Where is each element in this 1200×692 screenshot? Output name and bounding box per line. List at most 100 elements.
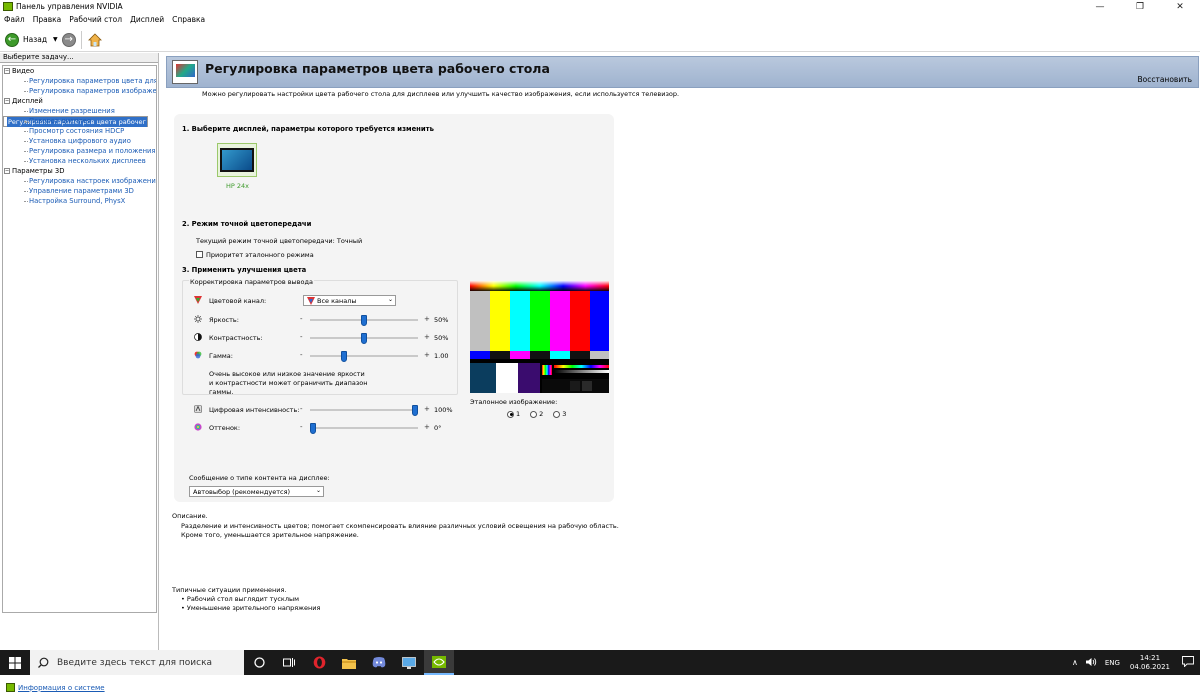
tray-overflow-icon[interactable]: ∧ (1072, 658, 1078, 667)
gamma-track[interactable] (310, 355, 418, 357)
language-indicator[interactable]: ENG (1105, 659, 1120, 667)
file-explorer-button[interactable] (334, 650, 364, 675)
vibrance-value: 100% (434, 406, 453, 414)
menu-help[interactable]: Справка (172, 15, 205, 24)
notifications-button[interactable] (1182, 656, 1194, 669)
menu-desktop[interactable]: Рабочий стол (69, 15, 122, 24)
forward-button[interactable]: → (61, 32, 76, 47)
tree-category-3d[interactable]: − Параметры 3D (3, 166, 156, 176)
tree-item[interactable]: Регулировка параметров цвета для вид (3, 76, 156, 86)
hue-minus: - (300, 423, 303, 431)
opera-button[interactable] (304, 650, 334, 675)
tree-item[interactable]: Регулировка размера и положения рабо (3, 146, 156, 156)
system-info-link[interactable]: Информация о системе (6, 683, 105, 692)
description-text: Разделение и интенсивность цветов; помог… (181, 522, 619, 530)
chevron-down-icon: ⌄ (387, 296, 393, 303)
tree-item[interactable]: Изменение разрешения (3, 106, 156, 116)
tree-item[interactable]: Установка нескольких дисплеев (3, 156, 156, 166)
usage-item: • Рабочий стол выглядит тусклым (181, 595, 300, 603)
tree-item[interactable]: Регулировка настроек изображения с пр (3, 176, 156, 186)
back-arrow-icon[interactable]: ← (5, 32, 19, 47)
channel-select[interactable]: Все каналы ⌄ (303, 295, 396, 306)
home-button[interactable] (87, 32, 103, 48)
tree-category-video[interactable]: − Видео (3, 66, 156, 76)
vibrance-slider[interactable] (412, 405, 418, 416)
nvidia-control-panel-button[interactable] (424, 650, 454, 675)
hue-plus: + (424, 423, 430, 431)
main-content: Регулировка параметров цвета рабочего ст… (160, 53, 1200, 650)
back-button[interactable]: Назад (23, 35, 47, 44)
step2-heading: 2. Режим точной цветопередачи (182, 220, 312, 228)
content-type-select[interactable]: Автовыбор (рекомендуется) ⌄ (189, 486, 324, 497)
monitor-app-icon (402, 656, 416, 669)
collapse-icon[interactable]: − (4, 98, 10, 104)
description-text-2: Кроме того, уменьшается зрительное напря… (181, 531, 359, 539)
nvidia-info-icon (6, 683, 15, 692)
output-adjust-label: Корректировка параметров вывода (189, 278, 314, 286)
reference-priority-checkbox[interactable] (196, 251, 203, 258)
maximize-button[interactable]: ❐ (1120, 0, 1160, 13)
restore-defaults-link[interactable]: Восстановить (1137, 75, 1192, 84)
page-banner: Регулировка параметров цвета рабочего ст… (166, 56, 1199, 88)
page-description: Можно регулировать настройки цвета рабоч… (202, 90, 680, 98)
brightness-slider[interactable] (361, 315, 367, 326)
tree-item[interactable]: Поворот дисплея (3, 116, 156, 126)
tree-item[interactable]: Регулировка параметров изображения д (3, 86, 156, 96)
reference-test-image (470, 281, 609, 393)
display-name: HP 24x (226, 182, 249, 190)
close-button[interactable]: ✕ (1160, 0, 1200, 13)
vibrance-track[interactable] (310, 409, 418, 411)
nvidia-icon (432, 655, 446, 668)
menu-display[interactable]: Дисплей (130, 15, 164, 24)
gamma-minus: - (300, 351, 303, 359)
title-bar: Панель управления NVIDIA — ❐ ✕ (0, 0, 1200, 13)
tree-category-display[interactable]: − Дисплей (3, 96, 156, 106)
menu-edit[interactable]: Правка (33, 15, 62, 24)
contrast-icon (194, 333, 202, 341)
history-dropdown-icon[interactable]: ▼ (53, 36, 58, 43)
hue-track[interactable] (310, 427, 418, 429)
reference-option-3[interactable]: 3 (553, 410, 566, 418)
clock[interactable]: 14:21 04.06.2021 (1130, 654, 1170, 672)
task-view-button[interactable] (274, 650, 304, 675)
vibrance-label: Цифровая интенсивность: (209, 406, 300, 414)
collapse-icon[interactable]: − (4, 168, 10, 174)
remote-desktop-button[interactable] (394, 650, 424, 675)
tree-item[interactable]: Управление параметрами 3D (3, 186, 156, 196)
menu-bar: Файл Правка Рабочий стол Дисплей Справка (0, 13, 213, 26)
volume-icon[interactable] (1085, 657, 1097, 669)
window-title: Панель управления NVIDIA (16, 2, 123, 11)
page-title: Регулировка параметров цвета рабочего ст… (205, 61, 550, 76)
contrast-plus: + (424, 333, 430, 341)
discord-button[interactable] (364, 650, 394, 675)
color-channel-icon (194, 296, 202, 304)
reference-option-2[interactable]: 2 (530, 410, 543, 418)
gamma-slider[interactable] (340, 351, 347, 362)
nvidia-logo-icon (3, 2, 13, 11)
brightness-value: 50% (434, 316, 449, 324)
start-button[interactable] (0, 650, 30, 675)
hue-value: 0° (434, 424, 442, 432)
notifications-icon (1182, 656, 1194, 668)
tree-item[interactable]: Просмотр состояния HDCP (3, 126, 156, 136)
menu-file[interactable]: Файл (4, 15, 25, 24)
minimize-button[interactable]: — (1080, 0, 1120, 13)
cortana-button[interactable] (244, 650, 274, 675)
gamma-note: Очень высокое или низкое значение яркост… (209, 370, 368, 396)
reference-image-options: 1 2 3 (507, 410, 566, 418)
hue-slider[interactable] (310, 423, 316, 434)
taskbar-search[interactable]: Введите здесь текст для поиска (30, 650, 244, 675)
contrast-value: 50% (434, 334, 449, 342)
reference-priority-label: Приоритет эталонного режима (206, 251, 314, 259)
task-tree: − Видео Регулировка параметров цвета для … (2, 65, 157, 613)
hue-icon (194, 423, 202, 431)
contrast-slider[interactable] (361, 333, 367, 344)
reference-option-1[interactable]: 1 (507, 410, 520, 418)
usage-item: • Уменьшение зрительного напряжения (181, 604, 321, 612)
display-hp24x[interactable] (217, 143, 257, 177)
task-sidebar: Выберите задачу... − Видео Регулировка па… (0, 53, 159, 692)
toolbar: ← Назад ▼ → (0, 28, 1200, 52)
tree-item[interactable]: Настройка Surround, PhysX (3, 196, 156, 206)
collapse-icon[interactable]: − (4, 68, 10, 74)
tree-item[interactable]: Установка цифрового аудио (3, 136, 156, 146)
